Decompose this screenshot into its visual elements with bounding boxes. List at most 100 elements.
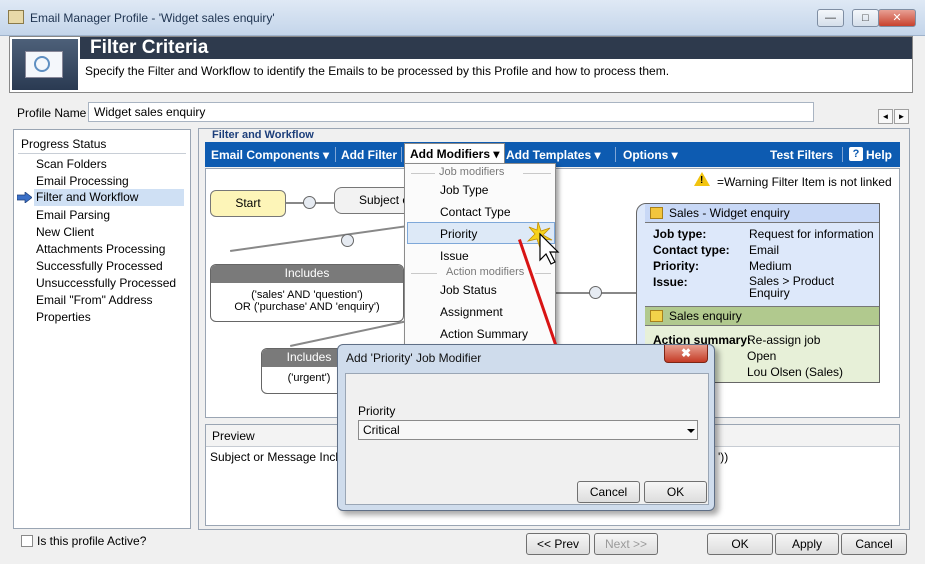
add-templates-menu[interactable]: Add Templates ▾ (506, 148, 601, 162)
add-filter-button[interactable]: Add Filter (341, 148, 397, 162)
click-sparkle-icon (526, 221, 560, 265)
subject-node[interactable]: Subject c (334, 187, 414, 214)
progress-step-filter-and-workflow[interactable]: Filter and Workflow (34, 189, 184, 206)
progress-step-successfully-processed[interactable]: Successfully Processed (36, 259, 163, 273)
menu-item-job-type[interactable]: Job Type (440, 183, 488, 197)
progress-step-attachments[interactable]: Attachments Processing (36, 242, 165, 256)
profile-active-checkbox[interactable] (21, 535, 33, 547)
includes-condition-line: OR ('purchase' AND 'enquiry') (234, 301, 380, 313)
contact-type-label: Contact type: (653, 243, 730, 257)
magnifier-icon (34, 56, 50, 72)
action-modifiers-group-label: Action modifiers (446, 266, 525, 278)
priority-field-label: Priority (358, 404, 396, 418)
assignee-value: Lou Olsen (Sales) (747, 365, 844, 379)
app-icon (8, 10, 24, 24)
preview-text-tail: ')) (718, 450, 729, 464)
note-icon (650, 310, 663, 322)
chevron-down-icon (687, 429, 695, 433)
profile-name-input[interactable]: Widget sales enquiry (88, 102, 814, 122)
progress-step-scan-folders[interactable]: Scan Folders (36, 157, 107, 171)
job-type-label: Job type: (653, 227, 707, 241)
chevron-down-icon: ▾ (671, 148, 678, 162)
help-icon[interactable]: ? (849, 147, 863, 161)
divider (411, 273, 437, 274)
email-filter-logo (12, 39, 78, 90)
progress-panel: Progress Status Scan Folders Email Proce… (13, 129, 191, 529)
connector-node[interactable] (589, 286, 602, 299)
progress-step-unsuccessfully-processed[interactable]: Unsuccessfully Processed (36, 276, 176, 290)
warning-legend-text: =Warning Filter Item is not linked (717, 175, 892, 189)
chevron-down-icon: ▾ (323, 148, 330, 162)
dialog-title: Add 'Priority' Job Modifier (346, 351, 482, 365)
chevron-down-icon: ▾ (493, 147, 500, 161)
menu-item-contact-type[interactable]: Contact Type (440, 205, 511, 219)
options-menu[interactable]: Options ▾ (623, 148, 678, 162)
divider (535, 273, 551, 274)
help-button[interactable]: Help (866, 148, 892, 162)
profile-name-label: Profile Name (17, 106, 87, 120)
job-card-title: Sales - Widget enquiry (669, 206, 790, 220)
menu-item-assignment[interactable]: Assignment (440, 305, 503, 319)
menu-item-job-status[interactable]: Job Status (440, 283, 497, 297)
job-card-header: Sales - Widget enquiry (645, 204, 879, 223)
preview-text: Subject or Message Include (210, 450, 359, 464)
progress-step-email-processing[interactable]: Email Processing (36, 174, 129, 188)
progress-step-new-client[interactable]: New Client (36, 225, 94, 239)
menu-item-action-summary[interactable]: Action Summary (440, 327, 528, 341)
dialog-close-button[interactable]: ✖ (664, 345, 708, 363)
warning-icon-mark: ! (700, 175, 704, 186)
dialog-ok-button[interactable]: OK (644, 481, 707, 503)
maximize-button[interactable]: □ (852, 9, 879, 27)
menu-item-priority[interactable]: Priority (440, 227, 477, 241)
toolbar-separator (401, 147, 402, 162)
progress-step-properties[interactable]: Properties (36, 310, 91, 324)
connector-node[interactable] (303, 196, 316, 209)
window-title: Email Manager Profile - 'Widget sales en… (30, 11, 275, 25)
prev-button[interactable]: << Prev (526, 533, 590, 555)
priority-value: Medium (749, 259, 792, 273)
job-modifiers-group-label: Job modifiers (439, 166, 505, 178)
connector-node[interactable] (341, 234, 354, 247)
page-header: Filter Criteria Specify the Filter and W… (9, 36, 913, 93)
next-button[interactable]: Next >> (594, 533, 658, 555)
status-value: Open (747, 349, 777, 363)
add-priority-dialog: Add 'Priority' Job Modifier ✖ Priority C… (337, 344, 715, 511)
dialog-body: Priority Critical Cancel OK (345, 373, 709, 505)
current-step-arrow-icon (17, 192, 32, 203)
start-node[interactable]: Start (210, 190, 286, 217)
toolbar-separator (335, 147, 336, 162)
divider (523, 173, 551, 174)
divider (18, 153, 186, 154)
page-title: Filter Criteria (90, 37, 209, 58)
menu-item-issue[interactable]: Issue (440, 249, 469, 263)
close-button[interactable]: ✕ (878, 9, 916, 27)
progress-title: Progress Status (21, 137, 107, 151)
scroll-left-button[interactable]: ◄ (878, 109, 893, 124)
minimize-button[interactable]: — (817, 9, 844, 27)
test-filters-button[interactable]: Test Filters (770, 148, 833, 162)
email-components-menu[interactable]: Email Components ▾ (211, 148, 329, 162)
dialog-cancel-button[interactable]: Cancel (577, 481, 640, 503)
action-section-title: Sales enquiry (669, 309, 742, 323)
issue-value: Sales > Product Enquiry (749, 274, 835, 300)
includes-header: Includes (211, 265, 403, 283)
issue-label: Issue: (653, 275, 688, 289)
apply-button[interactable]: Apply (775, 533, 839, 555)
toolbar-separator (842, 147, 843, 162)
progress-step-from-address[interactable]: Email "From" Address (36, 293, 153, 307)
ok-button[interactable]: OK (707, 533, 773, 555)
chevron-down-icon: ▾ (594, 148, 601, 162)
filter-workflow-legend: Filter and Workflow (210, 129, 316, 141)
includes-condition-line: ('sales' AND 'question') (251, 289, 363, 301)
profile-active-label: Is this profile Active? (37, 534, 147, 548)
action-section-header: Sales enquiry (645, 307, 879, 326)
priority-label: Priority: (653, 259, 700, 273)
job-type-value: Request for information (749, 227, 874, 241)
priority-selected-value: Critical (363, 423, 400, 437)
progress-step-email-parsing[interactable]: Email Parsing (36, 208, 110, 222)
page-description: Specify the Filter and Workflow to ident… (85, 64, 670, 78)
cancel-button[interactable]: Cancel (841, 533, 907, 555)
scroll-right-button[interactable]: ► (894, 109, 909, 124)
includes-node-1[interactable]: Includes ('sales' AND 'question') OR ('p… (210, 264, 404, 322)
priority-select[interactable]: Critical (358, 420, 698, 440)
